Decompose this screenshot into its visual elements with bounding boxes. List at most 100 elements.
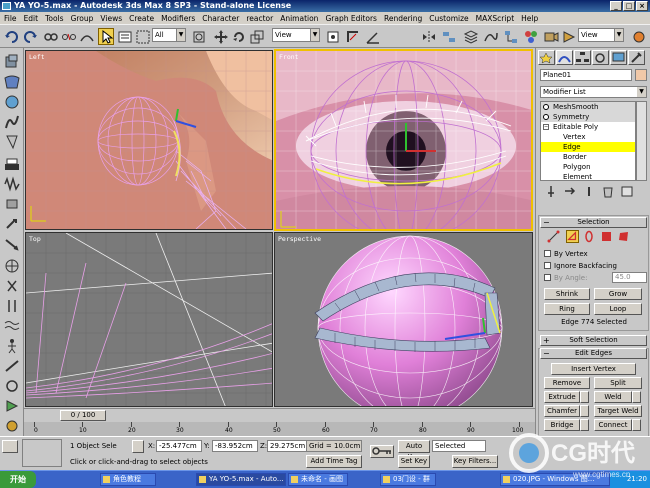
selection-rollout-header[interactable]: − Selection [540, 217, 647, 228]
menu-create[interactable]: Create [129, 14, 154, 23]
utilities-tab-icon[interactable] [628, 50, 645, 65]
rope-collection-icon[interactable] [3, 114, 21, 130]
motor-icon[interactable] [3, 216, 21, 232]
spring-icon[interactable] [3, 176, 21, 192]
rigid-body-icon[interactable] [3, 54, 21, 70]
start-button[interactable]: 开始 [0, 471, 36, 488]
taskbar-item[interactable]: 03门设 - 群 [380, 473, 436, 486]
insert-vertex-button[interactable]: Insert Vertex [551, 363, 636, 375]
dashpot-icon[interactable] [3, 196, 21, 212]
stack-scrollbar[interactable] [636, 101, 647, 181]
stack-item-polygon[interactable]: Polygon [541, 162, 635, 172]
fracture-icon[interactable] [3, 278, 21, 294]
menu-graph-editors[interactable]: Graph Editors [325, 14, 377, 23]
remove-button[interactable]: Remove [544, 377, 590, 389]
selection-filter-dropdown[interactable]: All ▼ [152, 28, 186, 42]
pin-stack-icon[interactable] [544, 185, 558, 198]
stack-item-edge[interactable]: Edge [541, 142, 635, 152]
taskbar-item[interactable]: YA YO-5.max - Auto... [196, 473, 286, 486]
object-color-swatch[interactable] [635, 69, 647, 81]
menu-help[interactable]: Help [521, 14, 538, 23]
target-weld-button[interactable]: Target Weld [594, 405, 642, 417]
select-rotate-icon[interactable] [230, 28, 246, 45]
set-key-button[interactable]: Set Key [398, 455, 430, 468]
modifier-list-dropdown[interactable]: Modifier List ▼ [540, 86, 647, 98]
select-by-name-icon[interactable] [116, 28, 132, 45]
track-bar[interactable]: 0 10 20 30 40 50 60 70 80 90 100 [24, 422, 535, 436]
render-scene-icon[interactable] [542, 28, 559, 45]
menu-file[interactable]: File [4, 14, 17, 23]
lightbulb-icon[interactable] [543, 114, 549, 120]
stack-item-element[interactable]: Element [541, 172, 635, 180]
viewport-label[interactable]: Perspective [278, 235, 321, 243]
render-last-icon[interactable] [630, 28, 646, 45]
z-coordinate-field[interactable]: 29.275cm [267, 440, 309, 452]
select-scale-icon[interactable] [248, 28, 264, 45]
by-vertex-checkbox[interactable]: By Vertex [544, 249, 588, 259]
menu-animation[interactable]: Animation [280, 14, 318, 23]
y-coordinate-field[interactable]: -83.952cm [212, 440, 258, 452]
ragdoll-icon[interactable] [3, 338, 21, 354]
checkbox-box[interactable] [544, 274, 551, 281]
configure-sets-icon[interactable] [620, 185, 634, 198]
wind-icon[interactable] [3, 236, 21, 252]
preview-animation-icon[interactable] [3, 398, 21, 414]
snap-toggle-icon[interactable] [344, 28, 360, 45]
key-filters-button[interactable]: Key Filters... [452, 455, 498, 468]
hierarchy-tab-icon[interactable] [574, 50, 591, 65]
viewport-label[interactable]: Front [279, 53, 299, 61]
polygon-mode-icon[interactable] [600, 230, 613, 243]
key-icon[interactable] [370, 445, 394, 458]
create-animation-icon[interactable] [3, 418, 21, 434]
window-crossing-icon[interactable] [190, 28, 206, 45]
stack-item-symmetry[interactable]: Symmetry [541, 112, 635, 122]
taskbar-item[interactable]: 角色教程 [100, 473, 156, 486]
auto-key-button[interactable]: Auto Key [398, 440, 430, 461]
modify-tab-icon[interactable] [556, 50, 573, 65]
layer-manager-icon[interactable] [462, 28, 479, 45]
ring-button[interactable]: Ring [544, 303, 590, 315]
select-link-icon[interactable] [42, 28, 58, 45]
deforming-mesh-icon[interactable] [3, 134, 21, 150]
quick-render-icon[interactable] [560, 28, 576, 45]
ref-coord-dropdown[interactable]: View ▼ [272, 28, 320, 42]
menu-group[interactable]: Group [71, 14, 94, 23]
lightbulb-icon[interactable] [543, 104, 549, 110]
show-end-result-icon[interactable] [563, 185, 577, 198]
motion-tab-icon[interactable] [592, 50, 609, 65]
vertex-mode-icon[interactable] [547, 230, 560, 243]
water-icon[interactable] [3, 298, 21, 314]
rect-selection-icon[interactable] [134, 28, 150, 45]
select-object-icon[interactable] [98, 28, 114, 45]
stack-item-border[interactable]: Border [541, 152, 635, 162]
close-button[interactable]: × [636, 1, 648, 11]
soft-selection-rollout-header[interactable]: + Soft Selection [540, 335, 647, 346]
curve-editor-icon[interactable] [482, 28, 498, 45]
cloth-collection-icon[interactable] [3, 74, 21, 90]
menu-edit[interactable]: Edit [24, 14, 39, 23]
align-icon[interactable] [440, 28, 456, 45]
edit-edges-rollout-header[interactable]: − Edit Edges [540, 348, 647, 359]
element-mode-icon[interactable] [617, 230, 630, 243]
viewport-top[interactable]: Top [25, 232, 273, 407]
chamfer-settings-button[interactable] [580, 405, 589, 417]
redo-icon[interactable] [21, 28, 37, 45]
maxscript-listener-icon[interactable] [2, 440, 18, 453]
object-name-field[interactable]: Plane01 [540, 69, 632, 81]
time-slider[interactable]: 0 / 100 [60, 410, 106, 421]
soft-body-icon[interactable] [3, 94, 21, 110]
unlink-icon[interactable] [60, 28, 76, 45]
weld-settings-button[interactable] [632, 391, 641, 403]
viewport-front[interactable]: Front [274, 49, 533, 231]
split-button[interactable]: Split [594, 377, 642, 389]
menu-tools[interactable]: Tools [45, 14, 63, 23]
angle-spinner[interactable]: 45.0 [612, 272, 647, 283]
viewport-perspective[interactable]: Perspective [274, 232, 533, 407]
hinge-icon[interactable] [3, 358, 21, 374]
taskbar-item[interactable]: 未命名 - 画图 [288, 473, 348, 486]
menu-reactor[interactable]: reactor [246, 14, 273, 23]
toy-car-icon[interactable] [3, 258, 21, 274]
material-editor-icon[interactable] [522, 28, 538, 45]
extrude-button[interactable]: Extrude [544, 391, 580, 403]
border-mode-icon[interactable] [583, 230, 596, 243]
